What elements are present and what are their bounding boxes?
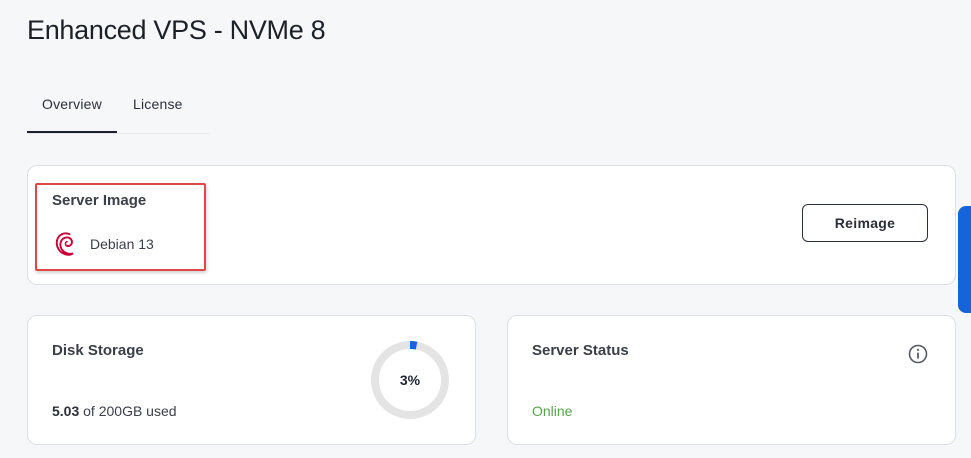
os-name: Debian 13 [90, 236, 154, 252]
disk-storage-card: Disk Storage 5.03 of 200GB used 3% [27, 315, 476, 445]
server-status-heading: Server Status [532, 342, 629, 359]
debian-logo-icon [55, 232, 74, 256]
tab-bar: Overview License [27, 82, 209, 134]
disk-usage-text: 5.03 of 200GB used [52, 403, 177, 419]
disk-used-suffix: of 200GB used [79, 403, 177, 419]
tab-license[interactable]: License [133, 82, 191, 132]
disk-percent-label: 3% [399, 372, 421, 388]
server-status-card: Server Status Online [507, 315, 956, 445]
server-image-card: Server Image Debian 13 Reimage [27, 165, 956, 285]
side-drawer-tab[interactable] [958, 206, 971, 313]
server-image-heading: Server Image [52, 192, 147, 209]
tab-overview[interactable]: Overview [27, 82, 117, 133]
reimage-button[interactable]: Reimage [802, 204, 928, 242]
server-status-value: Online [532, 403, 573, 419]
page-title: Enhanced VPS - NVMe 8 [27, 15, 326, 45]
disk-used-value: 5.03 [52, 403, 80, 419]
disk-storage-heading: Disk Storage [52, 342, 144, 359]
info-icon[interactable] [907, 343, 929, 365]
